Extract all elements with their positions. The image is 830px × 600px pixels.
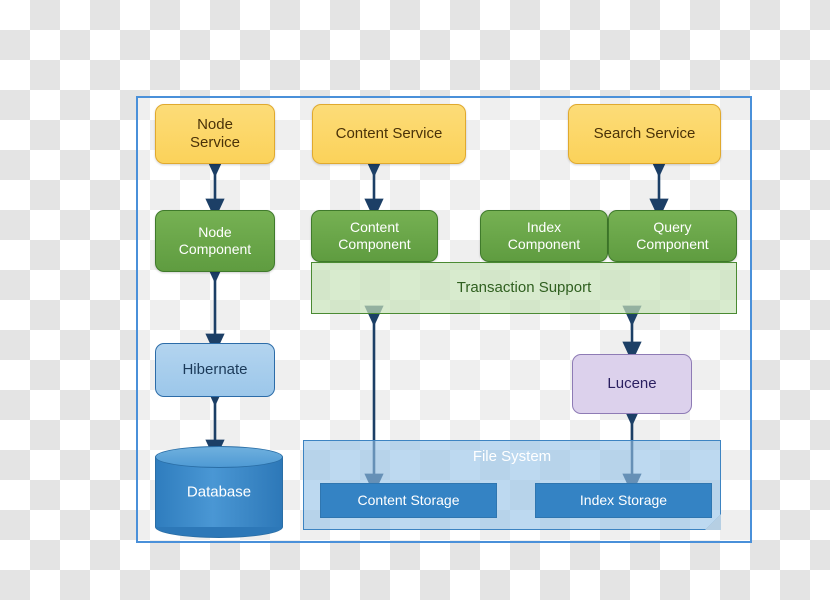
database-top: [155, 446, 283, 468]
file-system-label: File System: [472, 448, 552, 465]
index-storage-box[interactable]: Index Storage: [535, 483, 712, 518]
node-component-box[interactable]: Node Component: [155, 210, 275, 272]
lucene-box[interactable]: Lucene: [572, 354, 692, 414]
diagram-canvas: Node Service Content Service Search Serv…: [0, 0, 830, 600]
transaction-support-band[interactable]: Transaction Support: [311, 262, 737, 314]
content-storage-box[interactable]: Content Storage: [320, 483, 497, 518]
node-service-box[interactable]: Node Service: [155, 104, 275, 164]
query-component-box[interactable]: Query Component: [608, 210, 737, 262]
hibernate-box[interactable]: Hibernate: [155, 343, 275, 397]
search-service-box[interactable]: Search Service: [568, 104, 721, 164]
database-label: Database: [186, 483, 252, 501]
content-service-box[interactable]: Content Service: [312, 104, 466, 164]
index-component-box[interactable]: Index Component: [480, 210, 608, 262]
content-component-box[interactable]: Content Component: [311, 210, 438, 262]
database-cylinder[interactable]: Database: [155, 446, 283, 538]
